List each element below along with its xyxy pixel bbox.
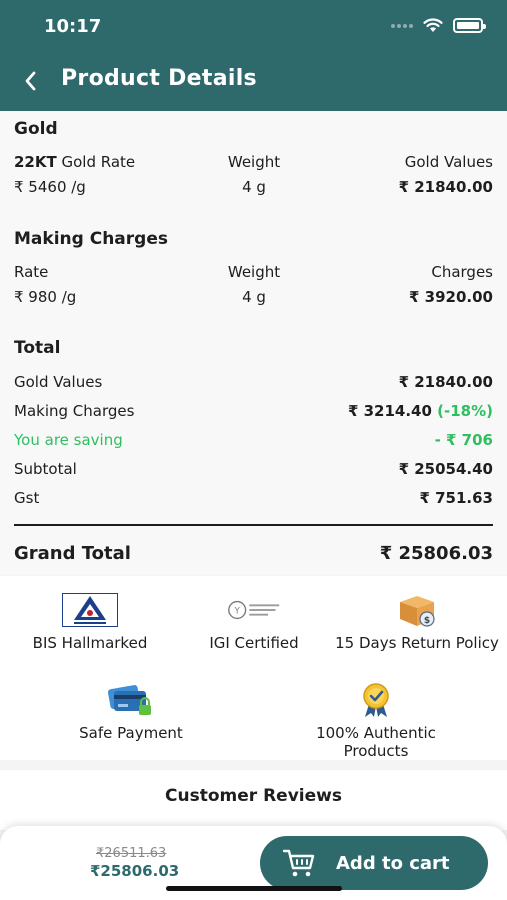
total-gold-values-label: Gold Values [14, 373, 103, 391]
making-weight-label: Weight [227, 263, 281, 281]
home-indicator [166, 886, 342, 891]
add-to-cart-label: Add to cart [336, 852, 450, 874]
app-header: 10:17 Product Details [0, 0, 507, 111]
karat-label: 22KT [14, 153, 57, 171]
gold-rate-value: ₹ 5460 /g [14, 178, 86, 196]
gst-amount: ₹ 751.63 [419, 489, 493, 507]
saving-amount: - ₹ 706 [434, 431, 493, 449]
price-breakdown: Gold 22KT Gold Rate Weight Gold Values ₹… [0, 111, 507, 575]
bottom-purchase-bar: ₹26511.63 ₹25806.03 Add to cart [0, 826, 507, 900]
saving-label: You are saving [14, 431, 123, 449]
making-rate-value: ₹ 980 /g [14, 288, 77, 306]
gold-section-title: Gold [14, 119, 58, 139]
feature-label: IGI Certified [209, 634, 299, 652]
status-icons [391, 18, 486, 33]
making-section-title: Making Charges [14, 229, 168, 249]
feature-safe-payment: Safe Payment [41, 682, 221, 742]
feature-label: 100% Authentic Products [316, 724, 436, 760]
feature-igi-certified: Y IGI Certified [164, 592, 344, 652]
grand-total-label: Grand Total [14, 543, 131, 564]
gold-value-amount: ₹ 21840.00 [398, 178, 493, 196]
final-price: ₹25806.03 [90, 862, 180, 880]
wifi-icon [423, 18, 443, 32]
grand-total-amount: ₹ 25806.03 [379, 543, 493, 564]
original-price: ₹26511.63 [96, 846, 167, 861]
return-box-icon: $ [400, 596, 435, 627]
gold-rate-label: 22KT Gold Rate [14, 153, 135, 171]
making-weight-value: 4 g [242, 288, 266, 306]
back-button[interactable] [16, 66, 44, 96]
feature-label: 15 Days Return Policy [335, 634, 499, 652]
making-charges-discounted: ₹ 3214.40 [347, 402, 432, 420]
feature-label: Safe Payment [79, 724, 183, 742]
battery-icon [453, 18, 486, 33]
subtotal-amount: ₹ 25054.40 [398, 460, 493, 478]
cellular-signal-icon [391, 23, 413, 28]
gold-weight-label: Weight [227, 153, 281, 171]
gst-label: Gst [14, 489, 40, 507]
feature-return-policy: $ 15 Days Return Policy [327, 592, 507, 652]
status-time: 10:17 [44, 16, 102, 37]
page-title: Product Details [61, 66, 257, 91]
total-making-charges-amount: ₹ 3214.40 (-18%) [348, 402, 493, 420]
making-rate-label: Rate [14, 263, 49, 281]
trust-badges: BIS Hallmarked Y IGI Certified $ 15 Days… [0, 576, 507, 760]
feature-authentic-products: 100% Authentic Products [286, 682, 466, 760]
feature-bis-hallmarked: BIS Hallmarked [0, 592, 180, 652]
authentic-badge-icon [363, 683, 389, 717]
making-charges-label: Charges [431, 263, 493, 281]
bis-logo-icon [62, 593, 118, 627]
making-charges-amount: ₹ 3920.00 [409, 288, 493, 306]
igi-logo-icon: Y [228, 600, 280, 620]
total-divider [14, 524, 493, 526]
shopping-cart-icon [282, 849, 315, 877]
svg-text:Y: Y [234, 606, 241, 616]
credit-card-lock-icon [107, 685, 151, 715]
total-making-charges-label: Making Charges [14, 402, 135, 420]
total-gold-values-amount: ₹ 21840.00 [398, 373, 493, 391]
feature-label: BIS Hallmarked [32, 634, 148, 652]
discount-percent: (-18%) [437, 402, 493, 420]
gold-values-label: Gold Values [404, 153, 493, 171]
svg-text:$: $ [424, 616, 430, 626]
subtotal-label: Subtotal [14, 460, 77, 478]
customer-reviews-title: Customer Reviews [165, 786, 342, 806]
gold-weight-value: 4 g [242, 178, 266, 196]
gold-rate-label-text: Gold Rate [56, 153, 136, 171]
chevron-left-icon [25, 71, 36, 91]
customer-reviews-section: Customer Reviews [0, 770, 507, 830]
total-section-title: Total [14, 338, 61, 358]
add-to-cart-button[interactable]: Add to cart [260, 836, 488, 890]
